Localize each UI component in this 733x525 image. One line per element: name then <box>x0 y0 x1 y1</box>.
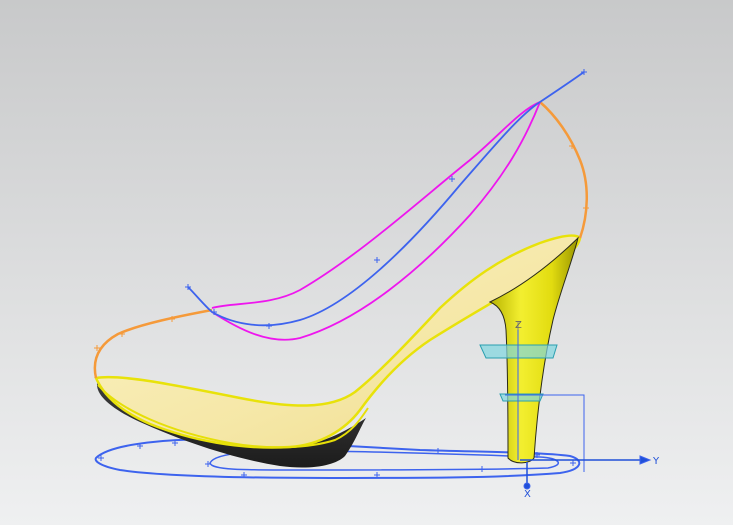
z-axis-label: Z <box>515 320 522 331</box>
y-axis-label: Y <box>652 456 660 467</box>
cad-graphics-viewport[interactable]: Z Y X <box>0 0 733 525</box>
shoe-model-scene[interactable]: Z Y X <box>0 0 733 525</box>
x-axis-label: X <box>524 489 531 500</box>
